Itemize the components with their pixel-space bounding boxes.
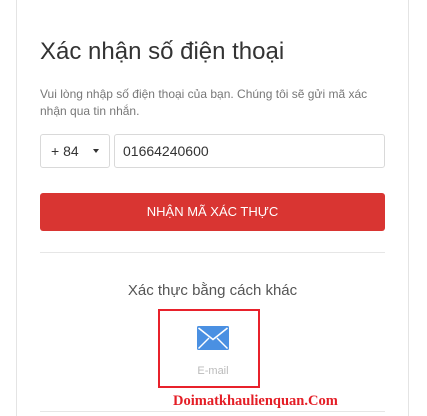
- email-verification-option[interactable]: E-mail: [168, 314, 258, 384]
- watermark-text: Doimatkhaulienquan.Com: [171, 393, 340, 409]
- page-description: Vui lòng nhập số điện thoại của bạn. Chú…: [40, 87, 368, 118]
- divider: [40, 252, 385, 253]
- envelope-icon: [197, 326, 229, 355]
- country-code-select[interactable]: + 84: [40, 134, 110, 168]
- alternative-verification-title: Xác thực bằng cách khác: [127, 282, 298, 299]
- caret-down-icon: [93, 149, 99, 153]
- page-title: Xác nhận số điện thoại: [40, 38, 285, 65]
- get-verification-code-button[interactable]: NHẬN MÃ XÁC THỰC: [40, 193, 385, 231]
- bottom-divider: [40, 411, 385, 412]
- phone-number-input[interactable]: [114, 134, 385, 168]
- country-code-value: + 84: [51, 143, 79, 159]
- email-option-label: E-mail: [197, 365, 229, 377]
